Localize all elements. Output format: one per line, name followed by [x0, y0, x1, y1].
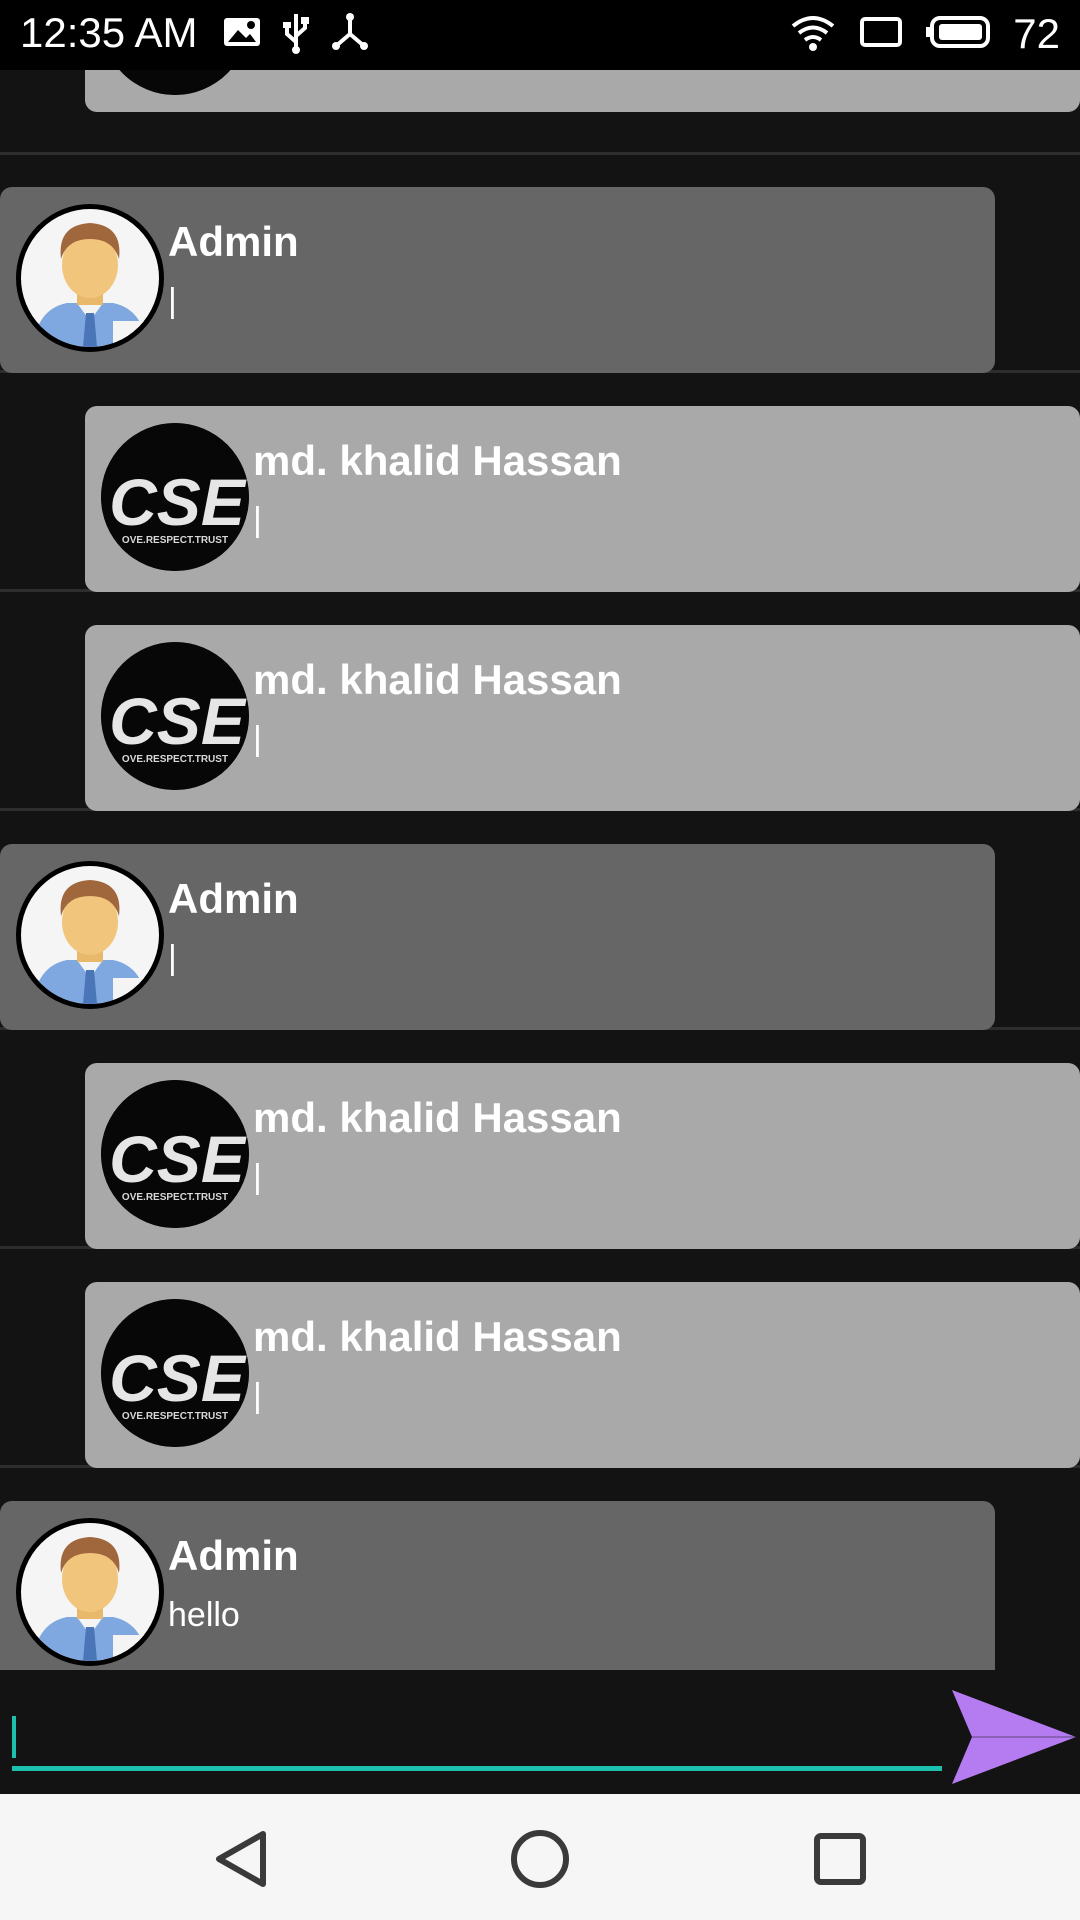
cse-logo-icon: CSE OVE.RESPECT.TRUST: [101, 642, 249, 790]
send-arrow-icon: [952, 1690, 1076, 1784]
message-bubble[interactable]: CSE OVE.RESPECT.TRUST md. khalid Hassan …: [85, 406, 1080, 592]
back-button[interactable]: [205, 1824, 275, 1894]
battery-icon: [925, 15, 991, 54]
screen-rotation-icon: [859, 14, 903, 55]
system-nav-bar: [0, 1794, 1080, 1920]
sender-name: Admin: [168, 1532, 299, 1579]
user-avatar[interactable]: CSE OVE.RESPECT.TRUST: [101, 642, 249, 790]
message-text: |: [253, 1377, 262, 1415]
home-circle-icon: [511, 1830, 569, 1888]
message-row: CSE OVE.RESPECT.TRUST md. khalid Hassan …: [0, 1031, 1080, 1249]
message-bubble[interactable]: Admin hello: [0, 1501, 995, 1670]
admin-avatar[interactable]: [16, 861, 164, 1009]
send-button[interactable]: [950, 1688, 1078, 1786]
svg-text:CSE: CSE: [109, 1122, 247, 1196]
cse-logo-icon: CSE OVE.RESPECT.TRUST: [101, 1299, 249, 1447]
admin-person-icon: [33, 1537, 147, 1661]
svg-text:OVE.RESPECT.TRUST: OVE.RESPECT.TRUST: [122, 1192, 228, 1203]
admin-person-icon: [33, 223, 147, 347]
cse-logo-icon: CSE OVE.RESPECT.TRUST: [101, 423, 249, 571]
back-triangle-icon: [216, 1831, 266, 1887]
message-row: CSE OVE.RESPECT.TRUST md. khalid Hassan …: [0, 593, 1080, 811]
message-bubble[interactable]: CSE OVE.RESPECT.TRUST md. khalid Hassan …: [85, 1282, 1080, 1468]
sender-name: Admin: [168, 875, 299, 922]
svg-text:OVE.RESPECT.TRUST: OVE.RESPECT.TRUST: [122, 535, 228, 546]
home-button[interactable]: [505, 1824, 575, 1894]
sender-name: md. khalid Hassan: [253, 437, 622, 484]
usb-icon: [282, 12, 310, 59]
user-avatar[interactable]: CSE OVE.RESPECT.TRUST: [101, 423, 249, 571]
admin-avatar[interactable]: [16, 1518, 164, 1666]
sender-name: md. khalid Hassan: [253, 1313, 622, 1360]
wifi-icon: [789, 12, 837, 57]
recents-button[interactable]: [805, 1824, 875, 1894]
message-text: hello: [168, 1596, 240, 1634]
message-bubble[interactable]: CSE OVE.RESPECT.TRUST md. khalid Hassan …: [85, 1063, 1080, 1249]
svg-text:CSE: CSE: [109, 1341, 247, 1415]
recents-square-icon: [814, 1833, 866, 1885]
battery-level: 72: [1013, 10, 1060, 57]
message-text: |: [168, 282, 177, 320]
message-text: |: [253, 720, 262, 758]
message-text: |: [253, 501, 262, 539]
message-bubble[interactable]: Admin |: [0, 844, 995, 1030]
message-composer: [0, 1670, 1080, 1794]
svg-text:CSE: CSE: [109, 465, 247, 539]
admin-avatar[interactable]: [16, 204, 164, 352]
user-avatar[interactable]: CSE OVE.RESPECT.TRUST: [101, 1080, 249, 1228]
message-bubble[interactable]: Admin |: [0, 187, 995, 373]
svg-text:CSE: CSE: [109, 684, 247, 758]
message-bubble[interactable]: CSE OVE.RESPECT.TRUST md. khalid Hassan …: [85, 625, 1080, 811]
message-text: |: [253, 1158, 262, 1196]
svg-text:OVE.RESPECT.TRUST: OVE.RESPECT.TRUST: [122, 1411, 228, 1422]
gallery-notification-icon: [222, 12, 262, 59]
svg-text:OVE.RESPECT.TRUST: OVE.RESPECT.TRUST: [122, 754, 228, 765]
message-row: Admin hello: [0, 1469, 1080, 1670]
message-input[interactable]: [12, 1716, 942, 1771]
message-row: CSE OVE.RESPECT.TRUST md. khalid Hassan …: [0, 1250, 1080, 1468]
sender-name: md. khalid Hassan: [253, 1094, 622, 1141]
message-bubble[interactable]: OVE.RESPECT.TRUST: [85, 70, 1080, 112]
sender-name: Admin: [168, 218, 299, 265]
user-avatar[interactable]: CSE OVE.RESPECT.TRUST: [101, 1299, 249, 1447]
message-row: Admin |: [0, 155, 1080, 373]
admin-person-icon: [33, 880, 147, 1004]
text-caret: [12, 1716, 16, 1758]
user-avatar[interactable]: OVE.RESPECT.TRUST: [101, 70, 249, 95]
share-hub-icon: [330, 12, 370, 59]
cse-logo-icon: CSE OVE.RESPECT.TRUST: [101, 1080, 249, 1228]
message-row: OVE.RESPECT.TRUST: [0, 70, 1080, 155]
message-row: Admin |: [0, 812, 1080, 1030]
status-bar: 12:35 AM 72: [0, 0, 1080, 70]
message-row: CSE OVE.RESPECT.TRUST md. khalid Hassan …: [0, 374, 1080, 592]
status-time: 12:35 AM: [20, 9, 198, 56]
chat-message-list[interactable]: OVE.RESPECT.TRUST Admin |: [0, 70, 1080, 1670]
message-text: |: [168, 939, 177, 977]
sender-name: md. khalid Hassan: [253, 656, 622, 703]
